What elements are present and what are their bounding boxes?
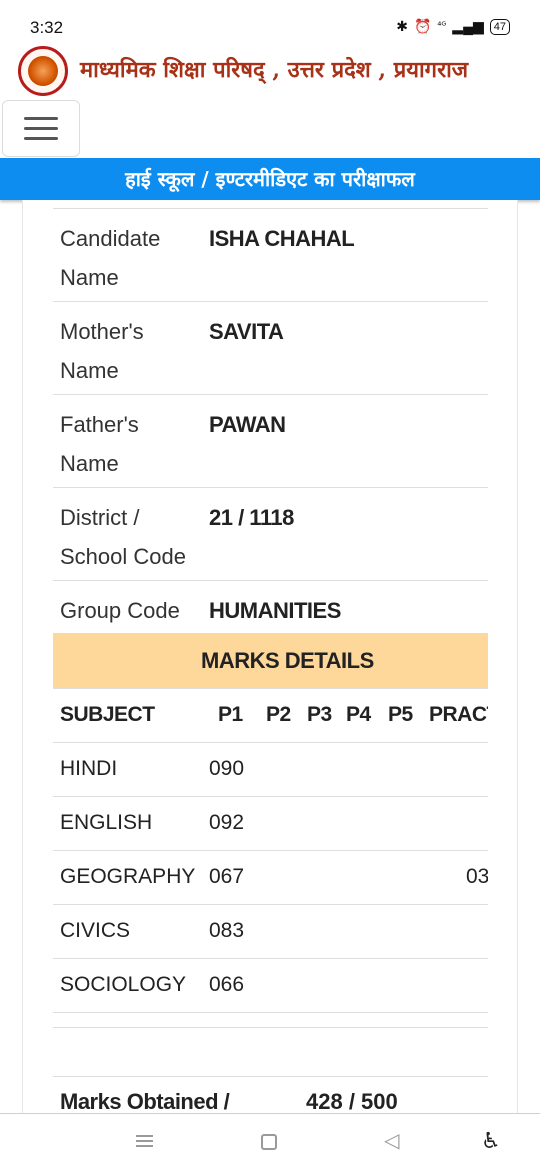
subject-cell: ENGLISH <box>60 811 153 834</box>
marks-header-row: SUBJECT P1 P2 P3 P4 P5 PRACT <box>53 688 488 742</box>
row-label: Father's Name <box>60 412 139 476</box>
bluetooth-icon: ✱ <box>396 18 408 34</box>
candidate-name-row: Candidate Name ISHA CHAHAL <box>53 208 488 301</box>
table-end-divider <box>53 1027 488 1028</box>
column-header: P1 <box>218 703 243 726</box>
column-header: P4 <box>346 703 371 726</box>
p1-cell: 066 <box>209 973 245 996</box>
subject-cell: GEOGRAPHY <box>60 865 196 888</box>
column-header: P5 <box>388 703 413 726</box>
status-icons: ✱ ⏰ ⁴ᴳ ▂▄▆ 47 <box>396 18 510 35</box>
battery-icon: 47 <box>489 18 510 35</box>
father-name-row: Father's Name PAWAN <box>53 394 488 487</box>
back-icon[interactable]: ◁ <box>384 1128 399 1153</box>
group-code-row: Group Code HUMANITIES <box>53 580 488 633</box>
candidate-name-value: ISHA CHAHAL <box>209 226 355 251</box>
table-end-divider <box>53 1012 488 1027</box>
father-name-value: PAWAN <box>209 412 286 437</box>
board-logo[interactable] <box>18 46 68 96</box>
p1-cell: 092 <box>209 811 245 834</box>
column-header: P2 <box>266 703 291 726</box>
p1-cell: 090 <box>209 757 245 780</box>
result-content: Candidate Name ISHA CHAHAL Mother's Name… <box>53 208 488 1028</box>
pract-cell: 03 <box>466 865 488 888</box>
network-type-icon: ⁴ᴳ <box>437 21 447 32</box>
recent-apps-icon[interactable] <box>136 1132 153 1150</box>
table-row: SOCIOLOGY 066 <box>53 958 488 1012</box>
column-header: SUBJECT <box>60 703 155 726</box>
subject-cell: CIVICS <box>60 919 131 942</box>
row-label: Group Code <box>60 598 180 623</box>
p1-cell: 067 <box>209 865 245 888</box>
site-header: माध्यमिक शिक्षा परिषद् , उत्तर प्रदेश , … <box>0 44 540 96</box>
signal-icon: ▂▄▆ <box>452 18 484 34</box>
mother-name-value: SAVITA <box>209 319 284 344</box>
home-icon[interactable] <box>261 1134 277 1150</box>
result-banner: हाई स्कूल / इण्टरमीडिएट का परीक्षाफल <box>0 158 540 200</box>
menu-icon <box>24 117 58 120</box>
column-header: P3 <box>307 703 332 726</box>
table-row: CIVICS 083 <box>53 904 488 958</box>
row-label: District / School Code <box>60 505 186 569</box>
site-title: माध्यमिक शिक्षा परिषद् , उत्तर प्रदेश , … <box>80 57 469 83</box>
accessibility-icon[interactable]: ♿ <box>481 1128 501 1154</box>
marks-details-heading: MARKS DETAILS <box>53 633 488 688</box>
status-bar: 3:32 ✱ ⏰ ⁴ᴳ ▂▄▆ 47 <box>0 0 540 44</box>
school-code-value: 21 / 1118 <box>209 505 294 530</box>
row-label: Candidate Name <box>60 226 161 290</box>
status-time: 3:32 <box>30 18 64 37</box>
hamburger-menu-button[interactable] <box>2 100 80 157</box>
table-row: ENGLISH 092 <box>53 796 488 850</box>
subject-cell: HINDI <box>60 757 118 780</box>
table-row: GEOGRAPHY 067 03 <box>53 850 488 904</box>
group-code-value: HUMANITIES <box>209 598 341 623</box>
alarm-icon: ⏰ <box>413 18 432 34</box>
table-row: HINDI 090 <box>53 742 488 796</box>
school-code-row: District / School Code 21 / 1118 <box>53 487 488 580</box>
p1-cell: 083 <box>209 919 245 942</box>
row-label: Mother's Name <box>60 319 144 383</box>
marks-obtained-value: 428 / 500 <box>306 1089 398 1114</box>
column-header: PRACT <box>429 703 488 726</box>
marks-obtained-label: Marks Obtained / <box>60 1089 230 1114</box>
mother-name-row: Mother's Name SAVITA <box>53 301 488 394</box>
subject-cell: SOCIOLOGY <box>60 973 187 996</box>
system-nav-bar: ◁ ♿ <box>0 1113 540 1170</box>
